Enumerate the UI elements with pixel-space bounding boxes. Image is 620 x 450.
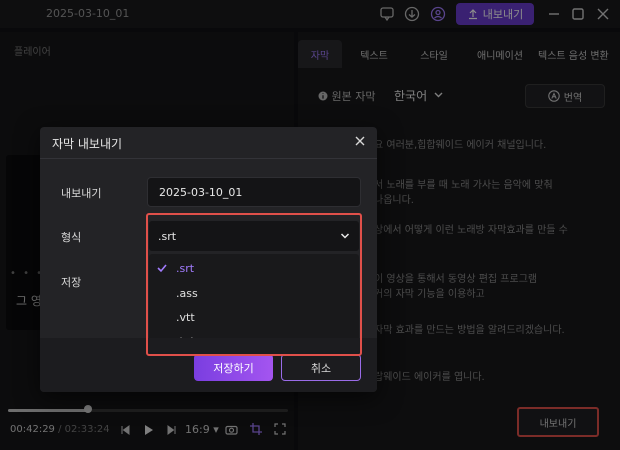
cancel-button-label: 취소 — [310, 361, 332, 375]
option-label: .vtt — [176, 311, 195, 324]
dialog-title: 자막 내보내기 — [52, 137, 123, 151]
filename-input[interactable] — [147, 177, 361, 207]
format-selected-value: .srt — [158, 229, 177, 243]
format-label: 형식 — [61, 231, 82, 244]
format-option-srt[interactable]: .srt — [149, 256, 359, 281]
save-button-label: 저장하기 — [213, 361, 254, 375]
cancel-button[interactable]: 취소 — [281, 354, 361, 381]
format-option-vtt[interactable]: .vtt — [149, 305, 359, 330]
option-label: .ass — [176, 287, 198, 300]
format-option-ass[interactable]: .ass — [149, 281, 359, 306]
chevron-down-icon — [340, 233, 350, 239]
dialog-divider — [40, 158, 377, 159]
save-button[interactable]: 저장하기 — [194, 354, 273, 381]
option-label: .srt — [176, 262, 195, 275]
export-name-label: 내보내기 — [61, 187, 102, 200]
close-icon[interactable] — [352, 133, 368, 149]
save-location-label: 저장 — [61, 276, 82, 289]
format-select[interactable]: .srt — [149, 221, 359, 251]
